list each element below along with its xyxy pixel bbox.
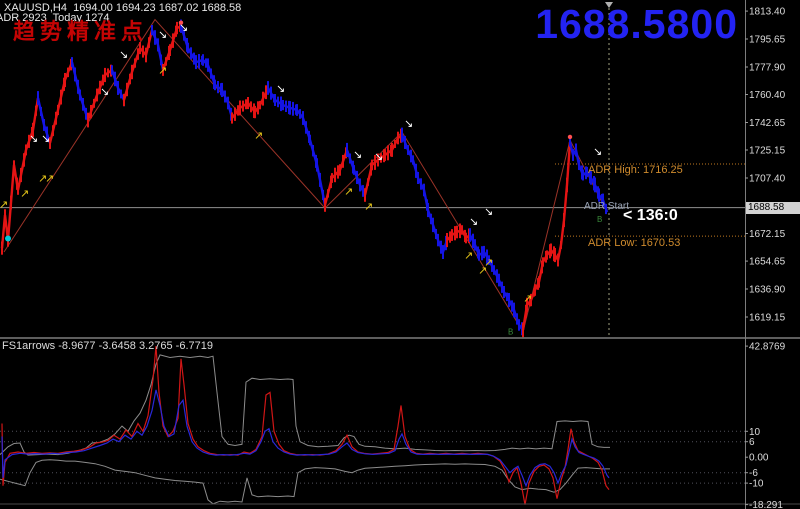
- fractal-mark: B: [508, 328, 513, 337]
- buy-arrow-icon: ↗: [0, 198, 8, 211]
- signal-dot: [5, 235, 11, 242]
- current-price-axis-tag: 1688.58: [746, 202, 800, 214]
- buy-arrow-icon: ↗: [523, 292, 532, 305]
- sell-arrow-icon: ↘: [41, 132, 50, 145]
- swing-top-dot: [567, 134, 573, 140]
- fractal-mark: B: [597, 215, 602, 224]
- price-axis-label[interactable]: 1636.90: [749, 285, 786, 296]
- indicator-series-fs_red: [1, 346, 610, 505]
- buy-arrow-icon: ↗: [20, 187, 29, 200]
- price-axis-label[interactable]: 1742.65: [749, 118, 786, 129]
- swing-top-dot: [178, 20, 184, 25]
- buy-arrow-icon: ↗: [158, 64, 167, 77]
- indicator-axis-label[interactable]: -10: [749, 479, 764, 490]
- buy-arrow-icon: ↗: [364, 200, 373, 213]
- current-price-display: 1688.5800: [535, 1, 738, 47]
- indicator-axis-label[interactable]: 6: [749, 437, 755, 448]
- price-axis-label[interactable]: 1725.15: [749, 146, 786, 157]
- watermark-text: 趋势精准点: [13, 19, 149, 44]
- indicator-values-label: FS1arrows -8.9677 -3.6458 3.2765 -6.7719: [2, 340, 213, 352]
- price-axis-label[interactable]: 1777.90: [749, 63, 786, 74]
- indicator-axis-label[interactable]: 0.00: [749, 453, 769, 464]
- buy-arrow-icon: ↗: [484, 256, 493, 269]
- sell-arrow-icon: ↘: [593, 145, 602, 158]
- sell-arrow-icon: ↘: [404, 117, 413, 130]
- mt4-chart-window: ↘ ↘ ↘ ↘ ↘ ↘ ↘ ↘ ↘ ↘ ↘ ↘ ↘ ↗ ↗ ↗ ↗ ↗ ↗ ↗ ↗ ↗ ↗ ↗ ↗ B B 1813.40 1795.6…: [0, 0, 800, 509]
- indicator-axis-label[interactable]: -18.291: [749, 500, 783, 509]
- sell-arrow-icon: ↘: [29, 132, 38, 145]
- indicator-series-upper_band: [0, 354, 610, 456]
- sell-arrow-icon: ↘: [353, 148, 362, 161]
- price-axis-label[interactable]: 1654.65: [749, 257, 786, 268]
- sell-arrow-icon: ↘: [276, 82, 285, 95]
- session-countdown-label: < 136:0: [623, 207, 678, 224]
- sell-arrow-icon: ↘: [484, 205, 493, 218]
- chart-canvas[interactable]: ↘ ↘↘↘↘↘↘↘ ↘↘↘↘↘↗↗↗↗↗↗↗↗↗↗↗↗BB1813.401795.6…: [0, 0, 800, 509]
- zigzag-line: [3, 18, 608, 334]
- sell-arrow-icon: ↘: [100, 85, 109, 98]
- buy-arrow-icon: ↗: [45, 172, 54, 185]
- indicator-axis-label[interactable]: 42.8769: [749, 342, 786, 353]
- buy-arrow-icon: ↗: [344, 185, 353, 198]
- price-axis-label[interactable]: 1672.15: [749, 229, 786, 240]
- price-axis-label[interactable]: 1707.40: [749, 174, 786, 185]
- indicator-axis-label[interactable]: -6: [749, 468, 758, 479]
- adr-high-label: ADR High: 1716.25: [588, 164, 683, 176]
- sell-arrow-icon: ↘: [374, 150, 383, 163]
- price-axis-label[interactable]: 1813.40: [749, 7, 786, 18]
- adr-low-label: ADR Low: 1670.53: [588, 237, 681, 249]
- buy-arrow-icon: ↗: [464, 249, 473, 262]
- price-axis-label[interactable]: 1760.40: [749, 90, 786, 101]
- price-axis-label[interactable]: 1795.65: [749, 35, 786, 46]
- sell-arrow-icon: ↘: [469, 215, 478, 228]
- price-run-blue: [179, 25, 234, 119]
- buy-arrow-icon: ↗: [254, 129, 263, 142]
- sell-arrow-icon: ↘: [158, 28, 167, 41]
- price-axis-label[interactable]: 1619.15: [749, 313, 786, 324]
- sell-arrow-icon: ↘: [119, 48, 128, 61]
- indicator-axis-label[interactable]: 10: [749, 427, 761, 438]
